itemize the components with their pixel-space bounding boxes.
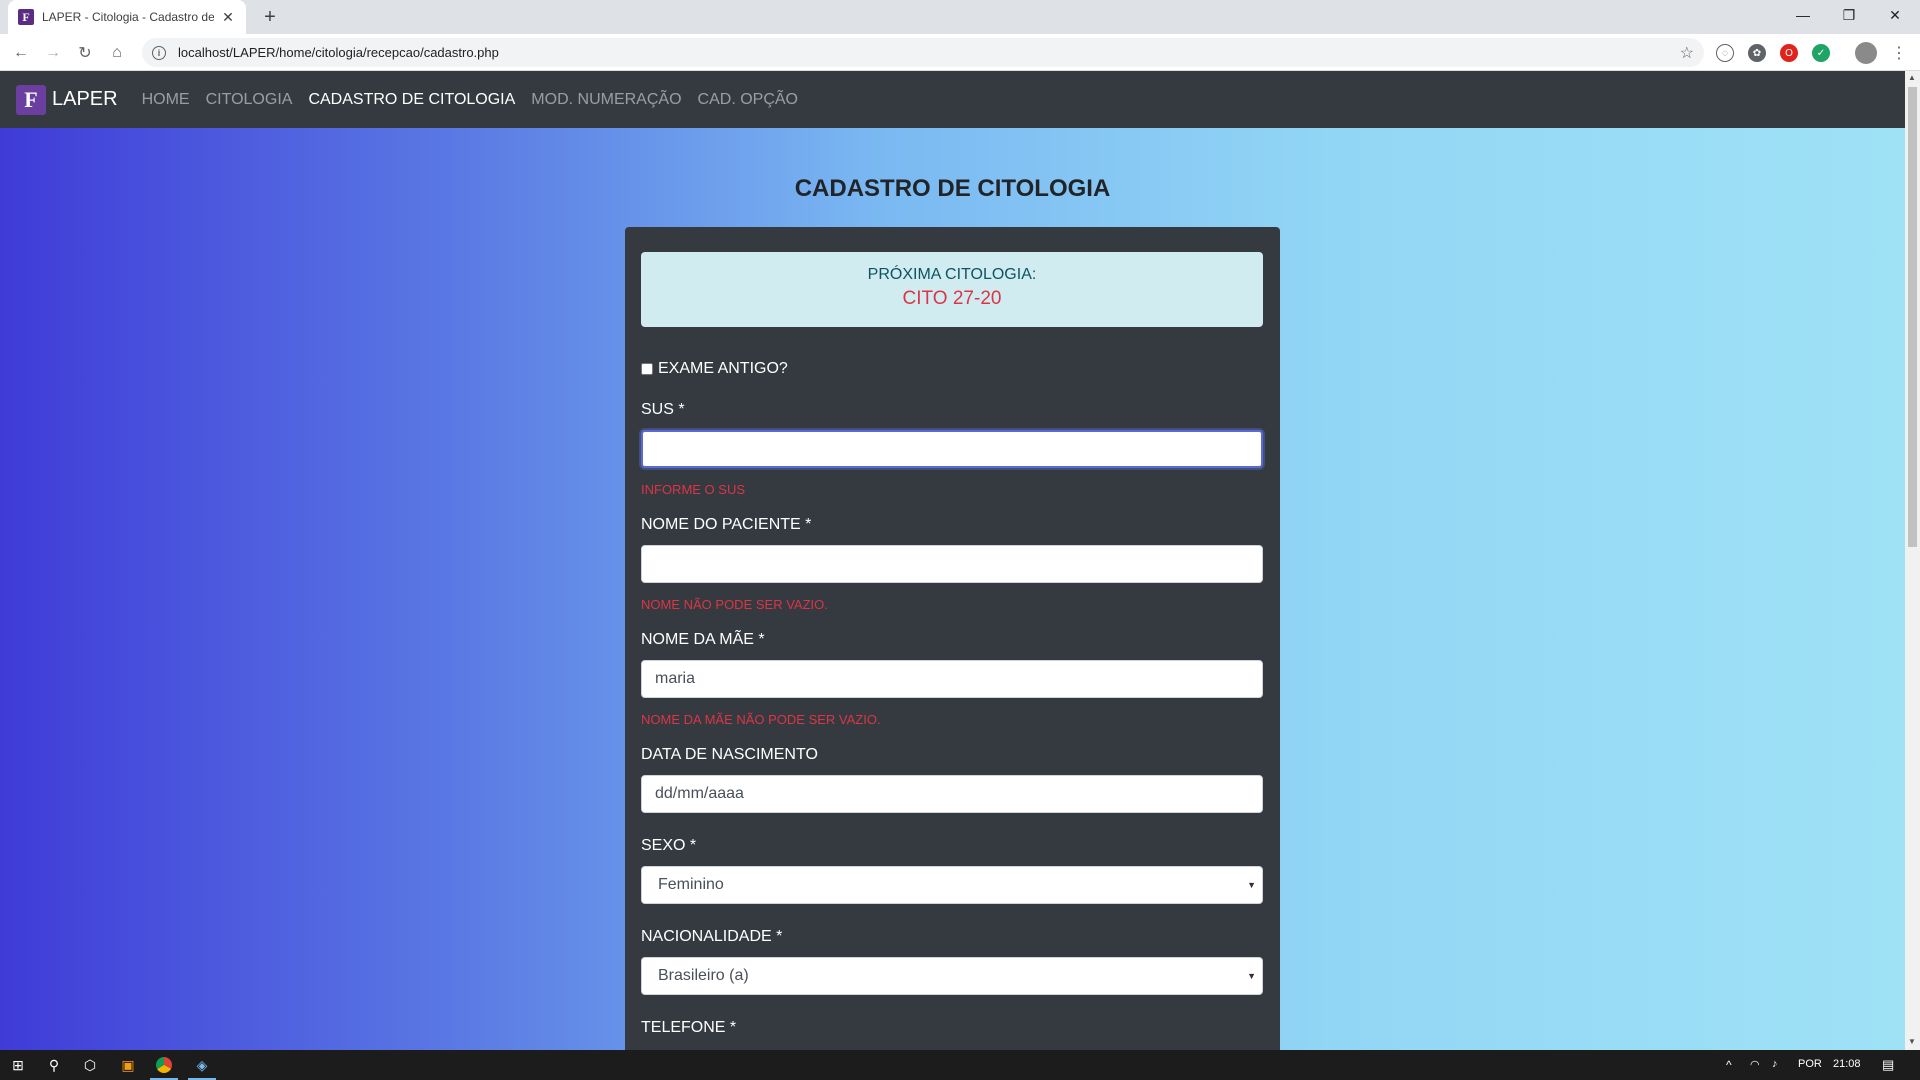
network-icon[interactable]: ◠	[1750, 1058, 1760, 1071]
sus-label: SUS *	[641, 401, 685, 418]
alert-value: CITO 27-20	[902, 288, 1002, 309]
scroll-down-icon[interactable]: ▼	[1908, 1037, 1916, 1046]
forward-icon[interactable]: →	[40, 40, 66, 66]
chevron-down-icon: ▼	[1247, 971, 1256, 981]
scroll-thumb[interactable]	[1908, 87, 1917, 547]
clock[interactable]: 21:08	[1833, 1058, 1861, 1070]
windows-taskbar: ⊞ ⚲ ⬡ ▣ ◈ ^ ◠ ♪ POR 21:08 ▤	[0, 1050, 1920, 1080]
chrome-logo-icon	[156, 1057, 172, 1073]
nav-mod-numeracao[interactable]: MOD. NUMERAÇÃO	[531, 91, 681, 109]
brand-logo[interactable]: F	[16, 84, 46, 115]
exame-antigo-label[interactable]: EXAME ANTIGO?	[658, 360, 788, 378]
next-citology-alert: PRÓXIMA CITOLOGIA: CITO 27-20	[641, 252, 1263, 327]
tab-title: LAPER - Citologia - Cadastro de Citologi…	[42, 10, 214, 24]
telefone-label: TELEFONE *	[641, 1019, 737, 1036]
nacionalidade-label: NACIONALIDADE *	[641, 928, 783, 945]
nacionalidade-select[interactable]: Brasileiro (a) ▼	[641, 957, 1263, 995]
close-tab-icon[interactable]: ✕	[220, 9, 236, 26]
browser-tab[interactable]: F LAPER - Citologia - Cadastro de Citolo…	[8, 0, 246, 34]
page-scrollbar[interactable]: ▲ ▼	[1905, 71, 1920, 1050]
extension-icon[interactable]: ◌	[1716, 44, 1734, 62]
navbar: F LAPER HOME CITOLOGIA CADASTRO DE CITOL…	[0, 71, 1905, 128]
laper-favicon-icon: F	[18, 9, 34, 25]
chrome-icon[interactable]	[146, 1050, 182, 1080]
home-icon[interactable]: ⌂	[104, 40, 130, 66]
chevron-down-icon: ▼	[1247, 880, 1256, 890]
back-icon[interactable]: ←	[8, 40, 34, 66]
exame-antigo-checkbox[interactable]	[641, 363, 653, 375]
minimize-icon[interactable]: —	[1780, 0, 1826, 30]
avatar[interactable]	[1855, 42, 1877, 64]
nav-cad-opcao[interactable]: CAD. OPÇÃO	[698, 91, 798, 109]
nome-mae-error: NOME DA MÃE NÃO PODE SER VAZIO.	[641, 712, 881, 727]
extension-icon[interactable]: O	[1780, 44, 1798, 62]
volume-icon[interactable]: ♪	[1772, 1058, 1778, 1070]
shield-icon[interactable]: ✓	[1812, 44, 1830, 62]
menu-icon[interactable]: ⋮	[1886, 40, 1912, 66]
reload-icon[interactable]: ↻	[72, 40, 98, 66]
windows-start-icon[interactable]: ⊞	[0, 1050, 36, 1080]
browser-tab-strip: F LAPER - Citologia - Cadastro de Citolo…	[0, 0, 1920, 34]
language-indicator[interactable]: POR	[1798, 1058, 1822, 1070]
info-icon[interactable]: i	[152, 45, 166, 60]
url-text: localhost/LAPER/home/citologia/recepcao/…	[178, 45, 499, 60]
search-icon[interactable]: ⚲	[36, 1050, 72, 1080]
sexo-label: SEXO *	[641, 837, 697, 854]
page-title: CADASTRO DE CITOLOGIA	[794, 175, 1111, 202]
new-tab-icon[interactable]: +	[258, 5, 282, 29]
tray-chevron-icon[interactable]: ^	[1726, 1058, 1732, 1072]
extension-icon[interactable]: ✿	[1748, 44, 1766, 62]
nome-mae-label: NOME DA MÃE *	[641, 631, 765, 648]
brand-name[interactable]: LAPER	[52, 88, 118, 111]
nav-citologia[interactable]: CITOLOGIA	[206, 91, 293, 109]
nome-mae-input[interactable]: maria	[641, 660, 1263, 698]
page-viewport: F LAPER HOME CITOLOGIA CADASTRO DE CITOL…	[0, 71, 1905, 1050]
data-nascimento-label: DATA DE NASCIMENTO	[641, 746, 818, 763]
scroll-up-icon[interactable]: ▲	[1908, 73, 1916, 82]
sus-input[interactable]	[641, 430, 1263, 468]
exame-antigo-row: EXAME ANTIGO?	[641, 360, 788, 378]
sus-error: INFORME O SUS	[641, 482, 746, 497]
nacionalidade-selected-value: Brasileiro (a)	[658, 967, 749, 984]
app-cube-icon[interactable]: ⬡	[72, 1050, 108, 1080]
bookmark-star-icon[interactable]: ☆	[1680, 43, 1694, 63]
address-bar[interactable]: i localhost/LAPER/home/citologia/recepca…	[142, 38, 1704, 67]
restore-icon[interactable]: ❐	[1826, 0, 1872, 30]
xampp-icon[interactable]: ▣	[110, 1050, 146, 1080]
sexo-selected-value: Feminino	[658, 876, 724, 893]
nome-paciente-error: NOME NÃO PODE SER VAZIO.	[641, 597, 828, 612]
nav-cadastro-citologia[interactable]: CADASTRO DE CITOLOGIA	[308, 91, 515, 109]
notification-icon[interactable]: ▤	[1882, 1057, 1894, 1073]
sexo-select[interactable]: Feminino ▼	[641, 866, 1263, 904]
browser-toolbar: ← → ↻ ⌂ i localhost/LAPER/home/citologia…	[0, 34, 1920, 71]
nome-paciente-input[interactable]	[641, 545, 1263, 583]
nav-home[interactable]: HOME	[142, 91, 190, 109]
data-nascimento-input[interactable]: dd/mm/aaaa	[641, 775, 1263, 813]
vscode-icon[interactable]: ◈	[184, 1050, 220, 1080]
form-card: PRÓXIMA CITOLOGIA: CITO 27-20 EXAME ANTI…	[625, 227, 1280, 1050]
nome-paciente-label: NOME DO PACIENTE *	[641, 516, 812, 533]
close-window-icon[interactable]: ✕	[1872, 0, 1918, 30]
alert-label: PRÓXIMA CITOLOGIA:	[867, 266, 1037, 283]
